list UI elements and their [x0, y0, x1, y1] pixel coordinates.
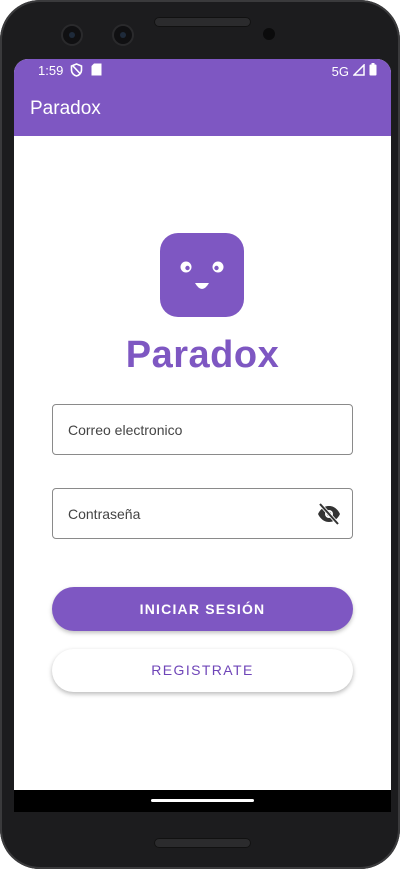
smiley-face-icon [160, 233, 244, 317]
phone-frame: 1:59 5G Paradox Paradox Correo electroni… [0, 0, 400, 869]
email-input[interactable] [53, 405, 352, 454]
status-time: 1:59 [38, 63, 64, 78]
battery-icon [369, 63, 377, 79]
app-screen: 1:59 5G Paradox Paradox Correo electroni… [14, 59, 391, 812]
app-title: Paradox [30, 98, 101, 119]
sd-card-icon [91, 63, 102, 79]
front-camera [63, 26, 81, 44]
front-camera-secondary [114, 26, 132, 44]
password-field[interactable] [52, 488, 353, 539]
system-navigation-bar [14, 790, 391, 812]
signal-icon [352, 62, 365, 79]
register-button[interactable]: REGISTRATE [52, 649, 353, 692]
status-bar: 1:59 5G [14, 59, 391, 83]
login-button[interactable]: INICIAR SESIÓN [52, 587, 353, 631]
vpn-shield-icon [70, 63, 83, 80]
earpiece-speaker [154, 17, 251, 27]
bottom-speaker [154, 838, 251, 848]
proximity-sensor [263, 28, 275, 40]
eye-off-icon[interactable] [316, 502, 342, 526]
network-type: 5G [331, 63, 349, 79]
app-bar: Paradox [14, 83, 391, 136]
email-field[interactable] [52, 404, 353, 455]
status-right-group: 5G [331, 62, 377, 79]
password-input[interactable] [53, 489, 352, 538]
brand-name: Paradox [125, 334, 280, 376]
home-indicator[interactable] [151, 799, 254, 802]
